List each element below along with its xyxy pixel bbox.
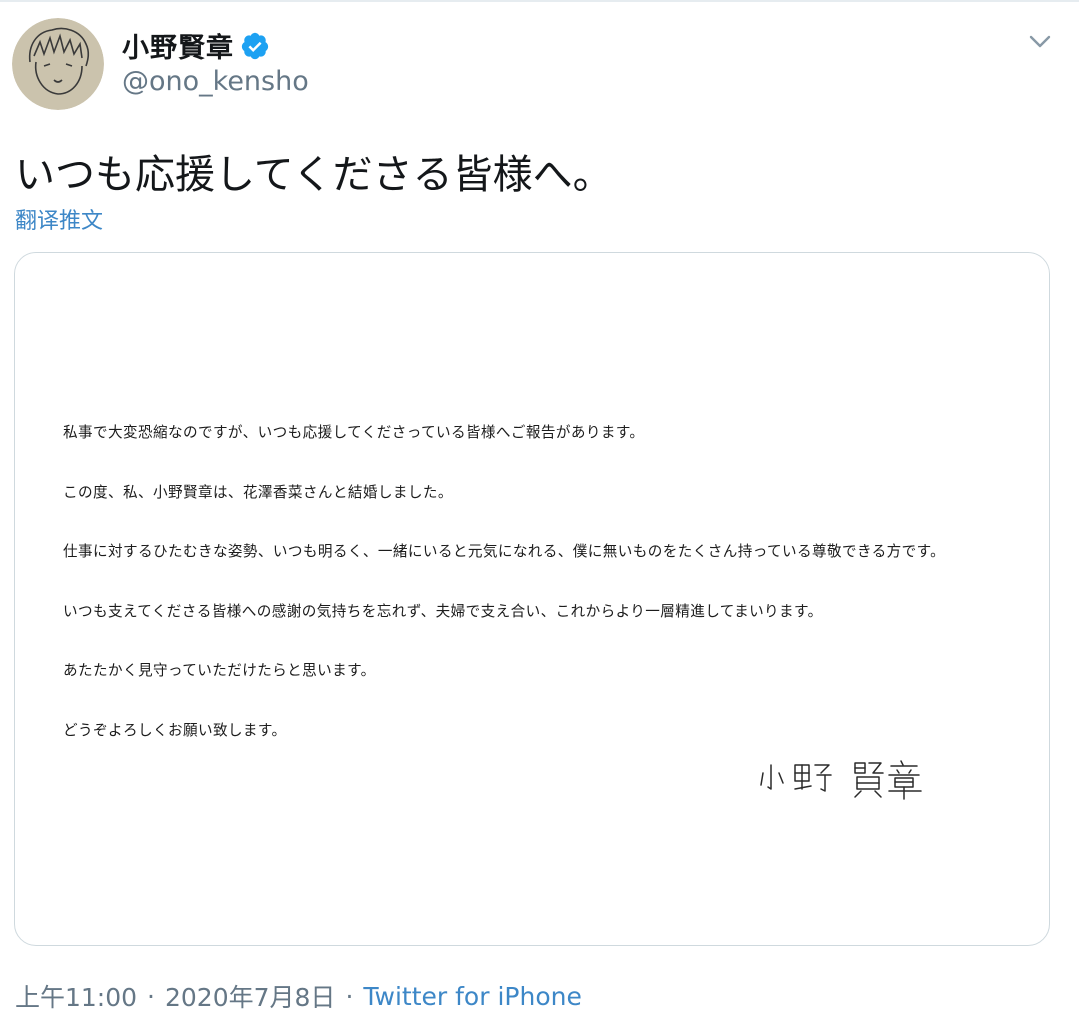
verified-badge-icon	[240, 31, 270, 61]
footer-separator: ·	[147, 981, 155, 1011]
tweet-source-link[interactable]: Twitter for iPhone	[363, 982, 581, 1011]
author-display-name[interactable]: 小野賢章	[122, 26, 234, 65]
handwritten-signature	[755, 751, 935, 801]
author-name-row[interactable]: 小野賢章	[122, 26, 270, 65]
letter-paragraph: この度、私、小野賢章は、花澤香菜さんと結婚しました。	[63, 483, 453, 501]
translate-tweet-link[interactable]: 翻译推文	[15, 203, 103, 235]
avatar[interactable]	[12, 18, 104, 110]
tweet-date[interactable]: 2020年7月8日	[165, 978, 335, 1014]
author-handle[interactable]: @ono_kensho	[122, 66, 309, 97]
footer-separator: ·	[345, 981, 354, 1011]
letter-body: 私事で大変恐縮なのですが、いつも応援してくださっている皆様へご報告があります。 …	[63, 421, 1023, 778]
tweet-time[interactable]: 上午11:00	[15, 978, 137, 1014]
tweet-media-image[interactable]: 私事で大変恐縮なのですが、いつも応援してくださっている皆様へご報告があります。 …	[14, 252, 1050, 946]
letter-paragraph: あたたかく見守っていただけたらと思います。	[63, 662, 376, 679]
letter-paragraph: 仕事に対するひたむきな姿勢、いつも明るく、一緒にいると元気になれる、僕に無いもの…	[63, 543, 946, 560]
letter-paragraph: いつも支えてくださる皆様への感謝の気持ちを忘れず、夫婦で支え合い、これからより一…	[63, 602, 823, 620]
letter-paragraph: どうぞよろしくお願い致します。	[63, 721, 287, 739]
letter-paragraph: 私事で大変恐縮なのですが、いつも応援してくださっている皆様へご報告があります。	[63, 424, 645, 441]
tweet-footer: 上午11:00 · 2020年7月8日 · Twitter for iPhone	[15, 978, 582, 1014]
chevron-down-icon[interactable]	[1024, 28, 1056, 56]
tweet-text: いつも応援してくださる皆様へ。	[15, 152, 613, 198]
avatar-illustration	[12, 18, 104, 110]
top-divider	[0, 0, 1079, 2]
